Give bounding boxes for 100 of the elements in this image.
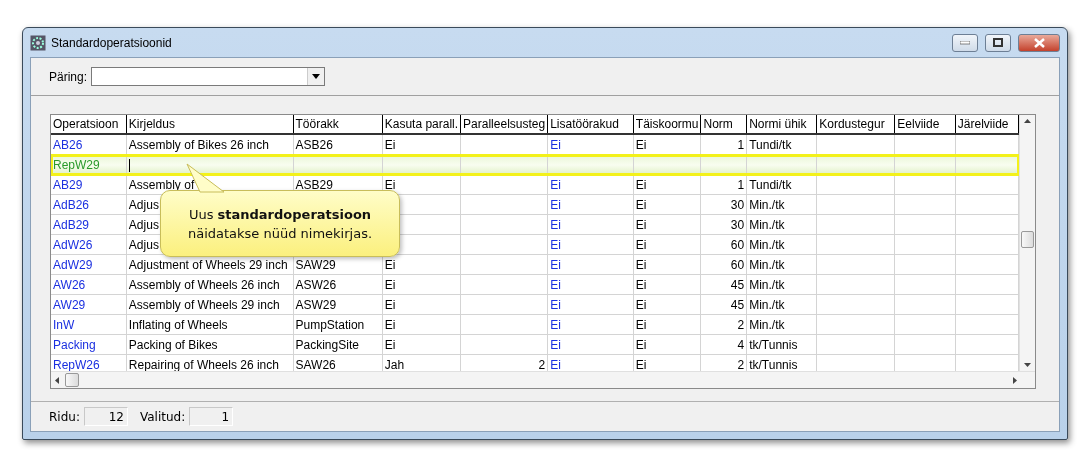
- table-cell: 60: [701, 234, 747, 255]
- table-cell: 45: [701, 294, 747, 315]
- table-cell: Inflating of Wheels: [126, 314, 293, 335]
- column-header[interactable]: Paralleelsusteg: [460, 115, 548, 134]
- window-title: Standardoperatsioonid: [51, 35, 173, 50]
- table-cell: Ei: [547, 194, 634, 215]
- scrollbar-thumb[interactable]: [1021, 231, 1034, 248]
- table-row[interactable]: AB26 Assembly of Bikes 26 inch ASB26 Ei Ei Ei 1 Tundi/tk: [51, 134, 1019, 155]
- selected-row[interactable]: RepW29: [51, 154, 1019, 175]
- horizontal-scrollbar[interactable]: [51, 371, 1035, 388]
- query-dropdown[interactable]: [91, 67, 326, 86]
- scrollbar-thumb[interactable]: [65, 373, 79, 387]
- table-cell: AdW26: [51, 234, 127, 255]
- query-label: Päring:: [49, 69, 88, 84]
- maximize-button[interactable]: [985, 33, 1011, 52]
- table-cell: Ei: [633, 194, 701, 215]
- column-header[interactable]: Kasuta parall.: [382, 115, 461, 134]
- table-row[interactable]: AW26 Assembly of Wheels 26 inch ASW26 Ei Ei Ei 45 Min./tk: [51, 274, 1019, 295]
- vertical-scrollbar[interactable]: [1019, 115, 1035, 371]
- table-cell: Min./tk: [746, 254, 817, 275]
- column-header[interactable]: Täiskoormu: [633, 115, 701, 134]
- table-cell: Packing: [51, 334, 127, 355]
- table-cell: Assembly of Wheels 26 inch: [126, 274, 293, 295]
- table-cell: InW: [51, 314, 127, 335]
- table-row[interactable]: AW29 Assembly of Wheels 29 inch ASW29 Ei Ei Ei 45 Min./tk: [51, 294, 1019, 315]
- column-header[interactable]: Kirjeldus: [126, 115, 293, 134]
- table-cell: Ei: [633, 174, 701, 195]
- table-cell: Min./tk: [746, 274, 817, 295]
- table-cell: Ei: [633, 334, 701, 355]
- table-cell: RepW29: [51, 154, 127, 175]
- column-header[interactable]: Normi ühik: [746, 115, 817, 134]
- table-cell: Min./tk: [746, 294, 817, 315]
- column-header[interactable]: Eelviide: [894, 115, 956, 134]
- table-cell: Ei: [547, 254, 634, 275]
- up-arrow-icon: [1024, 119, 1031, 123]
- table-cell: Ei: [633, 294, 701, 315]
- table-cell: Ei: [633, 274, 701, 295]
- table-cell: Ei: [547, 174, 634, 195]
- table-cell: Ei: [382, 314, 461, 335]
- table-cell: ASW26: [293, 274, 383, 295]
- table-cell: AW26: [51, 274, 127, 295]
- status-label: Ridu:: [49, 409, 80, 424]
- table-cell: Min./tk: [746, 314, 817, 335]
- table-cell: Ei: [547, 334, 634, 355]
- table-cell: 1: [701, 174, 747, 195]
- table-cell: PackingSite: [293, 334, 383, 355]
- table-cell: Ei: [633, 314, 701, 335]
- table-cell: AdB26: [51, 194, 127, 215]
- table-row[interactable]: Packing Packing of Bikes PackingSite Ei Ei Ei 4 tk/Tunnis: [51, 334, 1019, 355]
- table-cell: 30: [701, 214, 747, 235]
- status-value: 12: [83, 407, 128, 426]
- down-arrow-icon: [1024, 363, 1031, 367]
- callout-pointer: [186, 163, 226, 193]
- table-cell: AW29: [51, 294, 127, 315]
- table-cell: AdB29: [51, 214, 127, 235]
- minimize-button[interactable]: [952, 33, 978, 52]
- column-header[interactable]: Lisatöörakud: [547, 115, 634, 134]
- table-cell: Ei: [382, 274, 461, 295]
- column-header[interactable]: Järelviide: [955, 115, 1019, 134]
- table-cell: 60: [701, 254, 747, 275]
- table-cell: tk/Tunnis: [746, 334, 817, 355]
- table-cell: Ei: [633, 214, 701, 235]
- table-cell: Ei: [382, 334, 461, 355]
- right-arrow-icon: [1013, 376, 1017, 384]
- close-icon: [1033, 37, 1045, 48]
- table-cell: 45: [701, 274, 747, 295]
- left-arrow-icon: [55, 376, 59, 384]
- table-cell: Ei: [547, 274, 634, 295]
- table-cell: Packing of Bikes: [126, 334, 293, 355]
- table-cell: 30: [701, 194, 747, 215]
- column-header[interactable]: Norm: [701, 115, 747, 134]
- column-header[interactable]: Operatsioon: [51, 115, 127, 134]
- maximize-icon: [993, 38, 1003, 47]
- table-cell: Ei: [547, 214, 634, 235]
- minimize-icon: [960, 40, 970, 45]
- table-cell: Ei: [547, 314, 634, 335]
- status-value: 1: [189, 407, 234, 426]
- table-cell: Ei: [633, 254, 701, 275]
- dropdown-arrow-icon: [312, 74, 321, 79]
- table-cell: Ei: [382, 294, 461, 315]
- table-cell: Min./tk: [746, 214, 817, 235]
- table-cell: ASW29: [293, 294, 383, 315]
- table-cell: 2: [701, 314, 747, 335]
- column-header[interactable]: Kordustegur: [816, 115, 895, 134]
- table-cell: Assembly of Wheels 29 inch: [126, 294, 293, 315]
- table-cell: AB29: [51, 174, 127, 195]
- table-cell: Ei: [633, 234, 701, 255]
- gear-icon: [30, 34, 46, 51]
- table-cell: Min./tk: [746, 194, 817, 215]
- table-cell: AdW29: [51, 254, 127, 275]
- status-label: Valitud:: [139, 409, 186, 424]
- column-header[interactable]: Töörakk: [293, 115, 383, 134]
- table-row[interactable]: InW Inflating of Wheels PumpStation Ei Ei Ei 2 Min./tk: [51, 314, 1019, 335]
- table-cell: PumpStation: [293, 314, 383, 335]
- table-cell: Tundi/tk: [746, 174, 817, 195]
- table-cell: Min./tk: [746, 234, 817, 255]
- table-cell: Ei: [547, 234, 634, 255]
- close-button[interactable]: [1018, 33, 1060, 52]
- table-cell: 4: [701, 334, 747, 355]
- table-cell: Ei: [547, 294, 634, 315]
